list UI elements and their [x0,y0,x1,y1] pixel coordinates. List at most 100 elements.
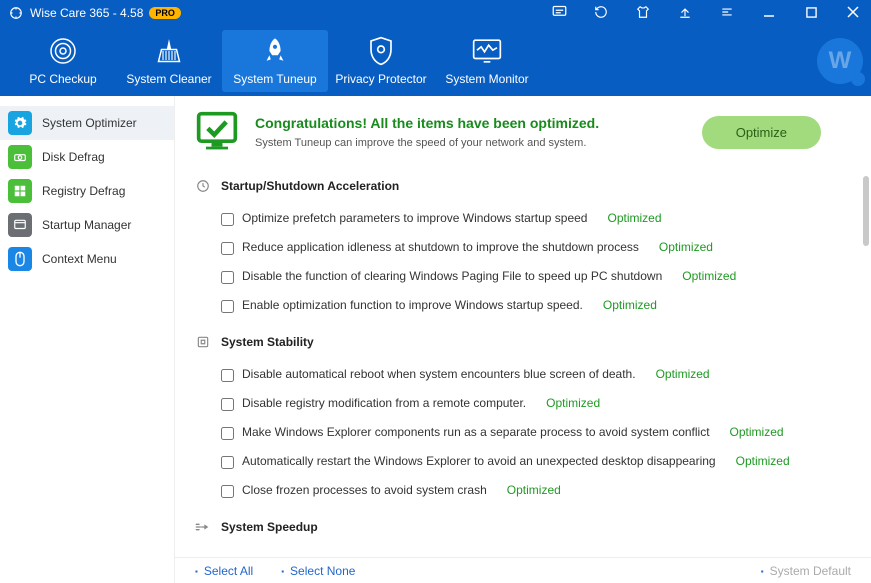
option-status: Optimized [546,396,600,410]
option-status: Optimized [736,454,790,468]
header-title: Congratulations! All the items have been… [255,115,599,131]
menu-icon[interactable] [717,5,737,22]
select-none-link[interactable]: Select None [281,564,355,578]
header-subtitle: System Tuneup can improve the speed of y… [255,137,599,149]
titlebar: Wise Care 365 - 4.58 PRO [0,0,871,26]
option-row: Make Windows Explorer components run as … [195,418,841,447]
option-row: Close frozen processes to avoid system c… [195,476,841,505]
tab-system-cleaner[interactable]: System Cleaner [116,30,222,92]
option-text: Reduce application idleness at shutdown … [242,240,639,254]
option-status: Optimized [656,367,710,381]
option-row: Disable the function of clearing Windows… [195,262,841,291]
sidebar-item-startup-manager[interactable]: Startup Manager [0,208,174,242]
refresh-icon[interactable] [591,5,611,22]
option-status: Optimized [730,425,784,439]
maximize-icon[interactable] [801,5,821,21]
option-status: Optimized [607,211,661,225]
tab-pc-checkup[interactable]: PC Checkup [10,30,116,92]
option-checkbox[interactable] [221,369,234,382]
sidebar-item-label: Startup Manager [42,218,131,232]
success-monitor-icon [195,110,239,154]
sidebar: System Optimizer Disk Defrag Registry De… [0,96,175,583]
window-icon [8,213,32,237]
monitor-icon [472,36,502,66]
option-text: Make Windows Explorer components run as … [242,425,710,439]
option-checkbox[interactable] [221,427,234,440]
content-header: Congratulations! All the items have been… [175,96,871,164]
shield-icon [368,36,394,66]
tab-label: System Tuneup [233,72,316,86]
close-icon[interactable] [843,5,863,21]
sidebar-item-system-optimizer[interactable]: System Optimizer [0,106,174,140]
app-title: Wise Care 365 - 4.58 [30,6,143,20]
option-status: Optimized [682,269,736,283]
option-row: Optimize prefetch parameters to improve … [195,204,841,233]
section-header: Startup/Shutdown Acceleration [195,178,841,194]
option-checkbox[interactable] [221,213,234,226]
option-checkbox[interactable] [221,456,234,469]
skin-icon[interactable] [633,5,653,22]
select-all-link[interactable]: Select All [195,564,253,578]
disk-icon [8,145,32,169]
option-row: Disable registry modification from a rem… [195,389,841,418]
option-status: Optimized [603,298,657,312]
upload-icon[interactable] [675,5,695,22]
section-title: Startup/Shutdown Acceleration [221,179,399,193]
section-title: System Stability [221,335,314,349]
option-row: Enable optimization function to improve … [195,291,841,320]
scrollbar-thumb[interactable] [863,176,869,246]
sidebar-item-context-menu[interactable]: Context Menu [0,242,174,276]
footer: Select All Select None System Default [175,557,871,583]
option-status: Optimized [659,240,713,254]
section-header: System Stability [195,334,841,350]
target-icon [48,36,78,66]
option-checkbox[interactable] [221,242,234,255]
option-text: Automatically restart the Windows Explor… [242,454,716,468]
app-icon [8,5,24,21]
option-text: Close frozen processes to avoid system c… [242,483,487,497]
section-icon [195,334,211,350]
tab-label: Privacy Protector [335,72,426,86]
sidebar-item-label: Disk Defrag [42,150,105,164]
pro-badge: PRO [149,7,181,19]
tab-privacy-protector[interactable]: Privacy Protector [328,30,434,92]
tab-label: PC Checkup [29,72,96,86]
gear-icon [8,111,32,135]
sidebar-item-disk-defrag[interactable]: Disk Defrag [0,140,174,174]
sidebar-item-label: System Optimizer [42,116,137,130]
tab-label: System Monitor [445,72,528,86]
title-actions [549,5,863,22]
option-text: Disable automatical reboot when system e… [242,367,636,381]
sidebar-item-label: Registry Defrag [42,184,125,198]
mouse-icon [8,247,32,271]
tab-system-monitor[interactable]: System Monitor [434,30,540,92]
sidebar-item-registry-defrag[interactable]: Registry Defrag [0,174,174,208]
option-checkbox[interactable] [221,398,234,411]
section-icon [195,178,211,194]
feedback-icon[interactable] [549,5,569,21]
options-list[interactable]: Startup/Shutdown Acceleration Optimize pr… [175,164,871,557]
optimize-button[interactable]: Optimize [702,116,821,149]
option-checkbox[interactable] [221,300,234,313]
option-checkbox[interactable] [221,485,234,498]
option-row: Disable automatical reboot when system e… [195,360,841,389]
section-header: System Speedup [195,519,841,535]
option-text: Disable the function of clearing Windows… [242,269,662,283]
option-row: Reduce application idleness at shutdown … [195,233,841,262]
grid-icon [8,179,32,203]
option-text: Optimize prefetch parameters to improve … [242,211,587,225]
option-checkbox[interactable] [221,271,234,284]
content: Congratulations! All the items have been… [175,96,871,583]
tab-label: System Cleaner [126,72,211,86]
section-icon [195,519,211,535]
tab-system-tuneup[interactable]: System Tuneup [222,30,328,92]
option-row: Automatically restart the Windows Explor… [195,447,841,476]
section-title: System Speedup [221,520,318,534]
minimize-icon[interactable] [759,5,779,21]
brush-icon [154,36,184,66]
rocket-icon [261,36,289,66]
sidebar-item-label: Context Menu [42,252,117,266]
brand-logo: W [817,38,863,84]
system-default-link[interactable]: System Default [761,564,851,578]
option-status: Optimized [507,483,561,497]
